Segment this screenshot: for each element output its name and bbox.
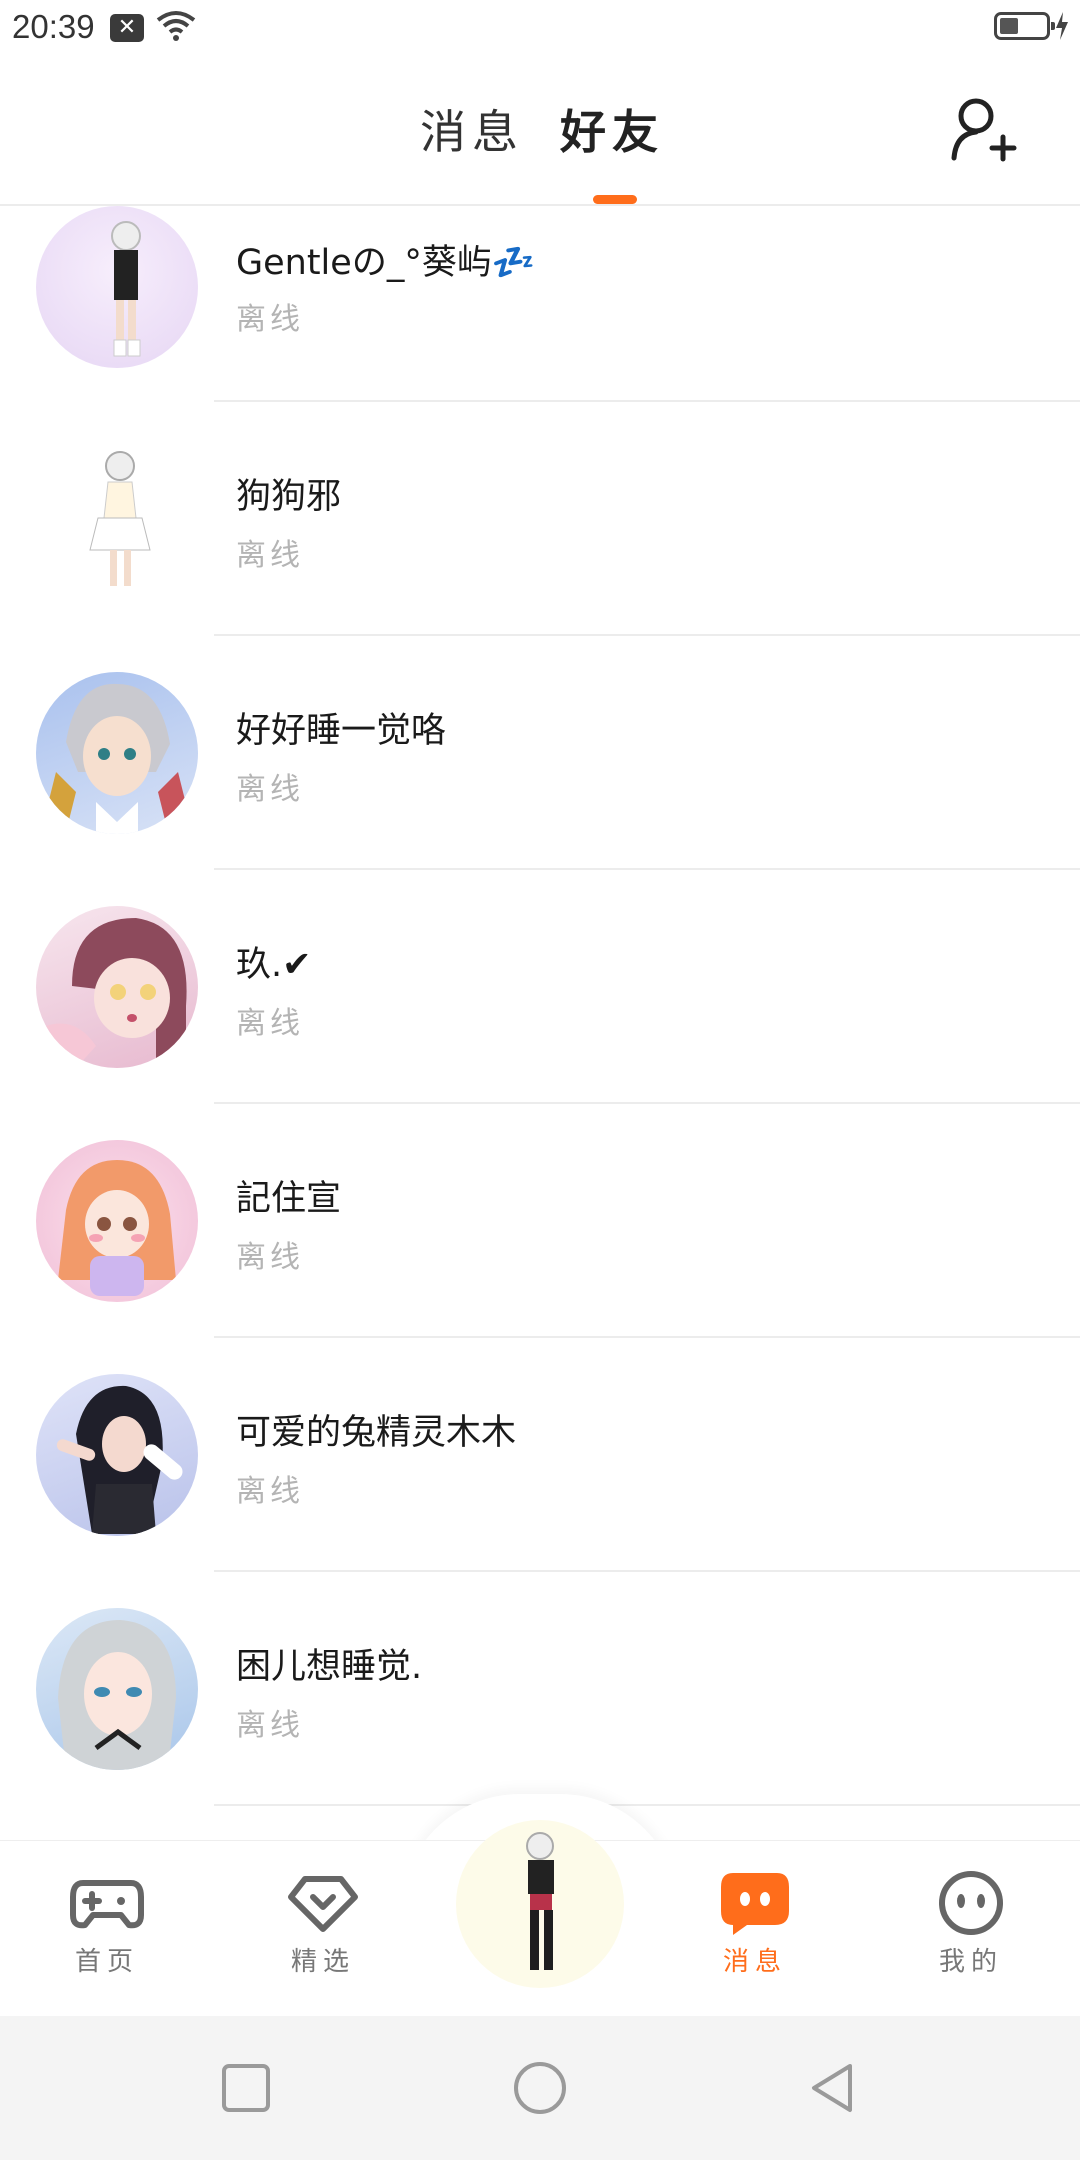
avatar[interactable] <box>36 672 198 834</box>
friend-row[interactable]: 玖.✔ 离线 <box>0 870 1080 1104</box>
friend-name: Gentleの_°葵屿💤 <box>236 243 536 283</box>
character-figure-icon <box>526 1832 554 1970</box>
friend-list: Gentleの_°葵屿💤 离线 狗狗邪 离线 好好睡一觉咯 离线 玖.✔ 离线 … <box>0 206 1080 1806</box>
avatar[interactable] <box>36 1374 198 1536</box>
gamepad-icon <box>70 1880 144 1929</box>
friend-name: 困儿想睡觉. <box>236 1647 423 1687</box>
friend-name: 好好睡一觉咯 <box>236 711 447 751</box>
character-figure-icon <box>111 221 141 357</box>
nav-home[interactable]: 首页 <box>32 1841 182 2017</box>
status-time: 20:39 <box>12 8 95 45</box>
friend-row[interactable]: 好好睡一觉咯 离线 <box>0 636 1080 870</box>
friend-row[interactable]: 記住宣 离线 <box>0 1104 1080 1338</box>
recent-apps-icon[interactable] <box>218 2060 274 2116</box>
nav-label: 精选 <box>290 1947 355 1977</box>
notification-close-icon: ✕ <box>110 14 144 42</box>
center-character-button[interactable] <box>456 1820 624 1988</box>
wifi-icon <box>156 11 196 41</box>
divider <box>214 1804 1080 1806</box>
tab-friends[interactable]: 好友 <box>560 96 664 162</box>
friend-status: 离线 <box>236 1474 304 1509</box>
friend-name: 記住宣 <box>236 1179 342 1219</box>
avatar[interactable] <box>36 1608 198 1770</box>
friend-row[interactable]: 狗狗邪 离线 <box>0 402 1080 636</box>
friend-name: 可爱的兔精灵木木 <box>236 1413 517 1453</box>
character-face-icon <box>58 1160 176 1296</box>
friend-status: 离线 <box>236 538 304 573</box>
friend-status: 离线 <box>236 1240 304 1275</box>
friend-status: 离线 <box>236 302 304 337</box>
character-face-icon <box>58 1620 176 1770</box>
avatar[interactable] <box>36 438 198 600</box>
status-bar: 20:39 ✕ <box>0 0 1080 58</box>
back-icon[interactable] <box>806 2060 862 2116</box>
battery-icon <box>994 12 1055 40</box>
avatar[interactable] <box>36 206 198 368</box>
friend-status: 离线 <box>236 1006 304 1041</box>
header: 消息 好友 <box>0 58 1080 206</box>
nav-messages[interactable]: 消息 <box>680 1841 830 2017</box>
friend-row[interactable]: Gentleの_°葵屿💤 离线 <box>0 206 1080 402</box>
heart-gem-icon <box>288 1876 358 1932</box>
avatar[interactable] <box>36 1140 198 1302</box>
friend-row[interactable]: 困儿想睡觉. 离线 <box>0 1572 1080 1806</box>
nav-label: 消息 <box>722 1947 787 1977</box>
character-face-icon <box>46 683 188 834</box>
nav-label: 我的 <box>938 1947 1003 1977</box>
nav-label: 首页 <box>74 1947 139 1977</box>
character-figure-icon <box>89 451 151 586</box>
character-face-icon <box>56 1385 183 1534</box>
friend-name: 玖.✔ <box>236 945 312 985</box>
face-icon <box>939 1871 1003 1935</box>
tab-messages[interactable]: 消息 <box>420 96 524 162</box>
avatar[interactable] <box>36 906 198 1068</box>
friend-status: 离线 <box>236 772 304 807</box>
charging-icon <box>1056 12 1068 40</box>
home-icon[interactable] <box>512 2060 568 2116</box>
friend-row[interactable]: 可爱的兔精灵木木 离线 <box>0 1338 1080 1572</box>
nav-featured[interactable]: 精选 <box>248 1841 398 2017</box>
system-nav-bar <box>0 2016 1080 2160</box>
character-face-icon <box>46 918 187 1068</box>
chat-bubble-icon <box>721 1873 789 1935</box>
friend-status: 离线 <box>236 1708 304 1743</box>
add-friend-icon[interactable] <box>948 94 1018 164</box>
tab-indicator <box>593 195 637 204</box>
friend-name: 狗狗邪 <box>236 477 342 517</box>
nav-profile[interactable]: 我的 <box>896 1841 1046 2017</box>
